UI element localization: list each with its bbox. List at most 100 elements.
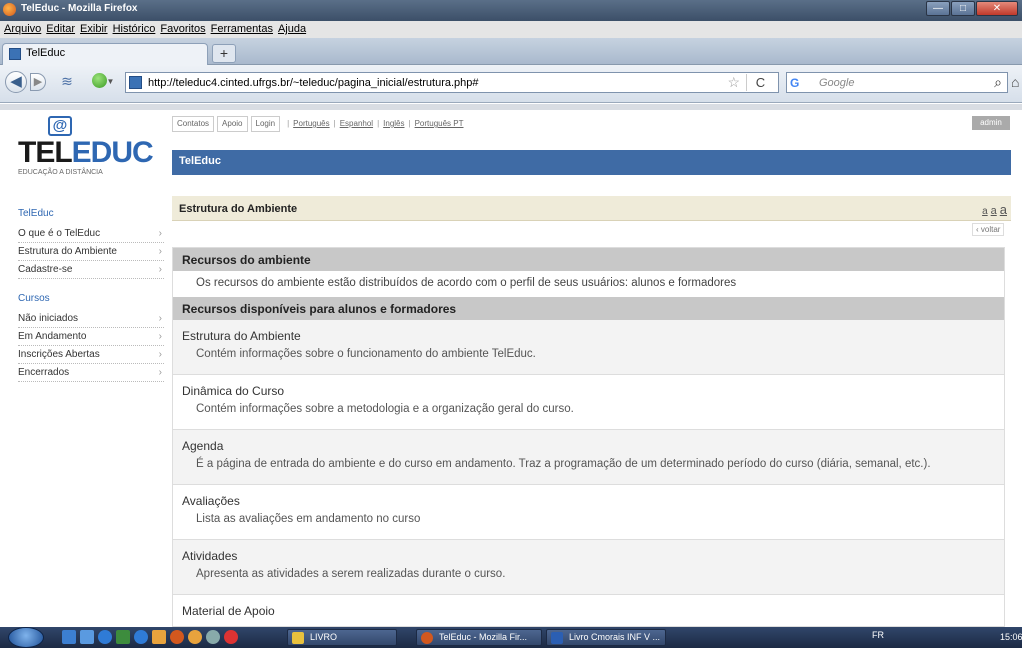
separator: | [333,119,336,128]
list-item: Dinâmica do Curso Contém informações sob… [173,375,1004,430]
taskbar-button-label: Livro Cmorais INF V ... [569,632,661,642]
sidebar-item-label: Encerrados [18,367,70,378]
sidebar-title-cursos[interactable]: Cursos [18,293,164,305]
maximize-button[interactable]: □ [951,1,975,16]
chevron-right-icon: › [158,264,162,275]
web-page: @ TELEDUC EDUCAÇÃO A DISTÂNCIA Contatos … [0,110,1022,627]
ie-icon[interactable] [98,630,112,644]
opera-icon[interactable] [224,630,238,644]
app-icon[interactable] [188,630,202,644]
start-button[interactable] [8,627,44,648]
url-text[interactable]: http://teleduc4.cinted.ufrgs.br/~teleduc… [148,77,479,89]
clock[interactable]: 15:06 [1000,632,1022,642]
font-size-large[interactable]: a [1000,202,1007,217]
sidebar-title-teleduc[interactable]: TelEduc [18,208,164,220]
section-header-label: Recursos disponíveis para alunos e forma… [182,302,457,316]
taskbar-button-word[interactable]: Livro Cmorais INF V ... [546,629,666,646]
chevron-right-icon: › [158,349,162,360]
chevron-right-icon: › [158,331,162,342]
list-item: Avaliações Lista as avaliações em andame… [173,485,1004,540]
back-button[interactable]: ◀ [5,71,27,93]
login-button[interactable]: Login [250,116,281,132]
window-titlebar: TelEduc - Mozilla Firefox — □ ✕ [0,0,1022,21]
sidebar-item-encerrados[interactable]: Encerrados › [18,364,164,382]
lang-espanhol-link[interactable]: Espanhol [340,119,373,128]
sidebar-item-cadastre-se[interactable]: Cadastre-se › [18,261,164,279]
item-desc: É a página de entrada do ambiente e do c… [196,458,931,470]
menu-arquivo[interactable]: Arquivo [4,21,41,38]
item-title: Material de Apoio [182,604,275,618]
search-bar[interactable]: G Google ⌕ [786,72,1008,93]
lang-portugues-pt-link[interactable]: Português PT [415,119,464,128]
tab-teleduc[interactable]: TelEduc [2,43,208,65]
item-desc: Apresenta as atividades a serem realizad… [196,568,506,580]
firefox-icon[interactable] [170,630,184,644]
favicon-icon [9,48,21,60]
sidebar-item-inscricoes-abertas[interactable]: Inscrições Abertas › [18,346,164,364]
logo-tagline: EDUCAÇÃO A DISTÂNCIA [18,169,103,176]
search-icon[interactable]: ⌕ [994,74,1002,91]
show-desktop-icon[interactable] [62,630,76,644]
section-header-recursos: Recursos do ambiente [173,248,1004,271]
menu-exibir[interactable]: Exibir [80,21,108,38]
teleduc-logo[interactable]: @ TELEDUC EDUCAÇÃO A DISTÂNCIA [18,116,154,182]
font-size-small[interactable]: a [982,206,988,217]
list-item: Agenda É a página de entrada do ambiente… [173,430,1004,485]
taskbar-button-firefox[interactable]: TelEduc - Mozilla Fir... [416,629,542,646]
google-icon[interactable]: G [790,75,816,91]
bookmark-star-icon[interactable]: ☆ [727,74,740,91]
tab-label: TelEduc [26,47,66,59]
reload-button[interactable]: C [746,74,774,91]
sidebar-item-em-andamento[interactable]: Em Andamento › [18,328,164,346]
sidebar-item-o-que-e[interactable]: O que é o TelEduc › [18,225,164,243]
language-indicator[interactable]: FR [872,630,884,640]
menu-ajuda[interactable]: Ajuda [278,21,306,38]
lang-ingles-link[interactable]: Inglês [383,119,404,128]
media-icon[interactable] [116,630,130,644]
menu-editar[interactable]: Editar [46,21,75,38]
contatos-button[interactable]: Contatos [172,116,215,132]
menu-ferramentas[interactable]: Ferramentas [211,21,273,38]
close-button[interactable]: ✕ [976,1,1018,16]
separator: | [408,119,411,128]
wifi-icon[interactable]: ≋ [52,71,82,91]
app-icon[interactable] [152,630,166,644]
addon-button[interactable]: ▼ [88,71,118,91]
chevron-right-icon: › [158,228,162,239]
forward-button[interactable]: ▶ [30,73,46,91]
list-item: Atividades Apresenta as atividades a ser… [173,540,1004,595]
voltar-button[interactable]: ‹ voltar [972,223,1005,236]
top-links: Contatos Apoio Login | Português | Espan… [172,116,464,132]
font-size-medium[interactable]: a [991,205,997,217]
window-switch-icon[interactable] [80,630,94,644]
lang-portugues-link[interactable]: Português [293,119,329,128]
system-tray: FR [872,630,884,640]
navigation-toolbar: ◀ ▶ ≋ ▼ http://teleduc4.cinted.ufrgs.br/… [0,65,1022,103]
section-text: Os recursos do ambiente estão distribuíd… [196,277,737,289]
menu-historico[interactable]: Histórico [113,21,156,38]
taskbar-button-livro[interactable]: LIVRO [287,629,397,646]
taskbar-button-label: TelEduc - Mozilla Fir... [439,632,528,642]
sidebar-item-label: Cadastre-se [18,264,73,275]
ie-icon[interactable] [134,630,148,644]
item-desc: Contém informações sobre a metodologia e… [196,403,574,415]
new-tab-button[interactable]: + [212,44,236,63]
logo-tel: TEL [18,136,73,169]
home-icon[interactable]: ⌂ [1011,74,1019,90]
apoio-button[interactable]: Apoio [217,116,248,132]
app-icon[interactable] [206,630,220,644]
page-header: TelEduc [172,150,1011,175]
admin-button[interactable]: admin [972,116,1010,130]
list-item: Estrutura do Ambiente Contém informações… [173,320,1004,375]
window-title: TelEduc - Mozilla Firefox [21,3,138,14]
section-header-label: Recursos do ambiente [182,253,311,267]
menu-favoritos[interactable]: Favoritos [160,21,205,38]
url-bar[interactable]: http://teleduc4.cinted.ufrgs.br/~teleduc… [125,72,779,93]
minimize-button[interactable]: — [926,1,950,16]
sidebar-item-nao-iniciados[interactable]: Não iniciados › [18,310,164,328]
section-header-disponiveis: Recursos disponíveis para alunos e forma… [173,297,1004,320]
menu-bar: Arquivo Editar Exibir Histórico Favorito… [0,21,1022,38]
window-controls: — □ ✕ [925,1,1018,16]
site-identity-icon[interactable] [129,76,142,89]
sidebar-item-estrutura[interactable]: Estrutura do Ambiente › [18,243,164,261]
